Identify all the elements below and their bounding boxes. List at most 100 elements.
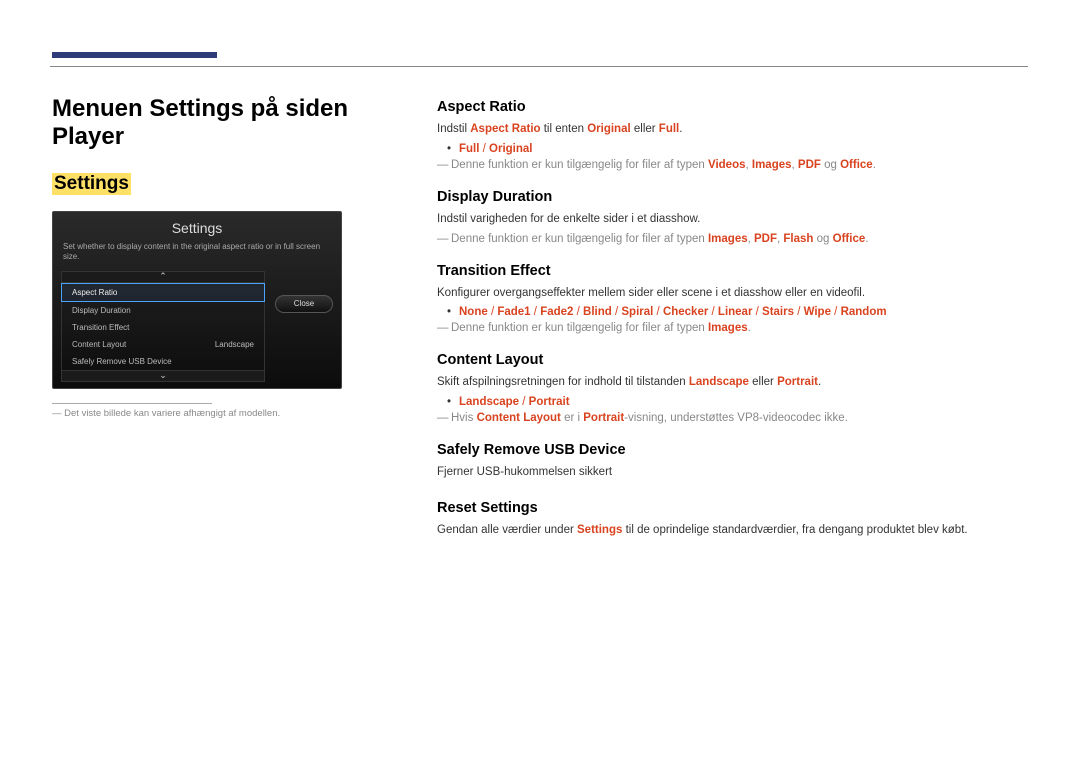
sep: / [794,306,804,318]
text: eller [749,376,777,388]
text: Office [833,233,866,245]
section-title: Safely Remove USB Device [437,442,1028,458]
text: Denne funktion er kun tilgængelig for fi… [451,233,708,245]
section-body: Indstil varigheden for de enkelte sider … [437,211,1028,229]
text: Content Layout [477,412,561,424]
text: Hvis [451,412,477,424]
text: er i [561,412,583,424]
text: Gendan alle værdier under [437,524,577,536]
section-title: Aspect Ratio [437,99,1028,115]
opt: Full [459,143,479,155]
sep: / [573,306,583,318]
section-body: Skift afspilningsretningen for indhold t… [437,374,1028,392]
panel-title: Settings [53,212,341,242]
sep: / [752,306,762,318]
panel-item-safely-remove[interactable]: Safely Remove USB Device [61,353,265,370]
page-title: Menuen Settings på siden Player [52,95,397,151]
panel-item-label: Aspect Ratio [72,288,117,297]
opt: None [459,306,488,318]
text: Full [659,123,679,135]
text: PDF [754,233,777,245]
text: og [813,233,832,245]
accent-bar [52,52,217,58]
panel-item-transition-effect[interactable]: Transition Effect [61,319,265,336]
note: Denne funktion er kun tilgængelig for fi… [437,233,1028,245]
section-title: Reset Settings [437,500,1028,516]
section-transition-effect: Transition Effect Konfigurer overgangsef… [437,263,1028,335]
opt: Fade1 [497,306,530,318]
text: Original [587,123,630,135]
text: . [865,233,868,245]
caption-rule [52,403,212,404]
note: Hvis Content Layout er i Portrait-visnin… [437,412,1028,424]
text: Skift afspilningsretningen for indhold t… [437,376,689,388]
panel-item-label: Transition Effect [72,323,129,332]
sep: / [488,306,498,318]
text: Portrait [777,376,818,388]
close-button[interactable]: Close [275,295,333,313]
text: Aspect Ratio [470,123,540,135]
note: Denne funktion er kun tilgængelig for fi… [437,159,1028,171]
text: Denne funktion er kun tilgængelig for fi… [451,159,708,171]
sep: / [653,306,663,318]
text: . [873,159,876,171]
panel-item-aspect-ratio[interactable]: Aspect Ratio [61,283,265,302]
text: Flash [783,233,813,245]
text: Landscape [689,376,749,388]
sep: / [519,396,529,408]
sep: / [831,306,841,318]
section-body: Indstil Aspect Ratio til enten Original … [437,121,1028,139]
section-title: Transition Effect [437,263,1028,279]
text: Images [708,322,748,334]
text: . [679,123,682,135]
opt: Wipe [804,306,831,318]
text: til enten [541,123,588,135]
text: . [748,322,751,334]
text: Portrait [583,412,624,424]
image-caption: Det viste billede kan variere afhængigt … [52,408,397,419]
scroll-down-button[interactable]: ⌄ [61,370,265,382]
header-rule [50,66,1028,67]
panel-subtitle: Set whether to display content in the or… [53,242,341,271]
text: Videos [708,159,746,171]
note: Denne funktion er kun tilgængelig for fi… [437,322,1028,334]
panel-item-label: Safely Remove USB Device [72,357,172,366]
panel-item-label: Content Layout [72,340,126,349]
section-body: Fjerner USB-hukommelsen sikkert [437,464,1028,482]
section-title: Content Layout [437,352,1028,368]
panel-list: ⌃ Aspect Ratio Display Duration Transiti… [53,271,341,382]
opt: Blind [583,306,612,318]
text: . [818,376,821,388]
opt: Checker [663,306,708,318]
opt: Linear [718,306,753,318]
settings-highlight: Settings [52,173,131,195]
text: Images [708,233,748,245]
bullet: None / Fade1 / Fade2 / Blind / Spiral / … [437,306,1028,318]
sep: / [479,143,489,155]
text: og [821,159,840,171]
section-safely-remove: Safely Remove USB Device Fjerner USB-huk… [437,442,1028,482]
sep: / [708,306,718,318]
opt: Stairs [762,306,794,318]
bullet: Landscape / Portrait [437,396,1028,408]
bullet: Full / Original [437,143,1028,155]
panel-item-content-layout[interactable]: Content Layout Landscape [61,336,265,353]
opt: Spiral [621,306,653,318]
text: -visning, understøttes VP8-videocodec ik… [624,412,848,424]
text: PDF [798,159,821,171]
text: Denne funktion er kun tilgængelig for fi… [451,322,708,334]
section-body: Gendan alle værdier under Settings til d… [437,522,1028,540]
opt: Landscape [459,396,519,408]
sep: / [531,306,541,318]
panel-item-display-duration[interactable]: Display Duration [61,302,265,319]
section-body: Konfigurer overgangseffekter mellem side… [437,285,1028,303]
text: Settings [577,524,622,536]
text: Images [752,159,792,171]
text: Office [840,159,873,171]
opt: Random [841,306,887,318]
text: til de oprindelige standardværdier, fra … [622,524,967,536]
section-title: Display Duration [437,189,1028,205]
text: eller [631,123,659,135]
scroll-up-button[interactable]: ⌃ [61,271,265,283]
opt: Fade2 [540,306,573,318]
